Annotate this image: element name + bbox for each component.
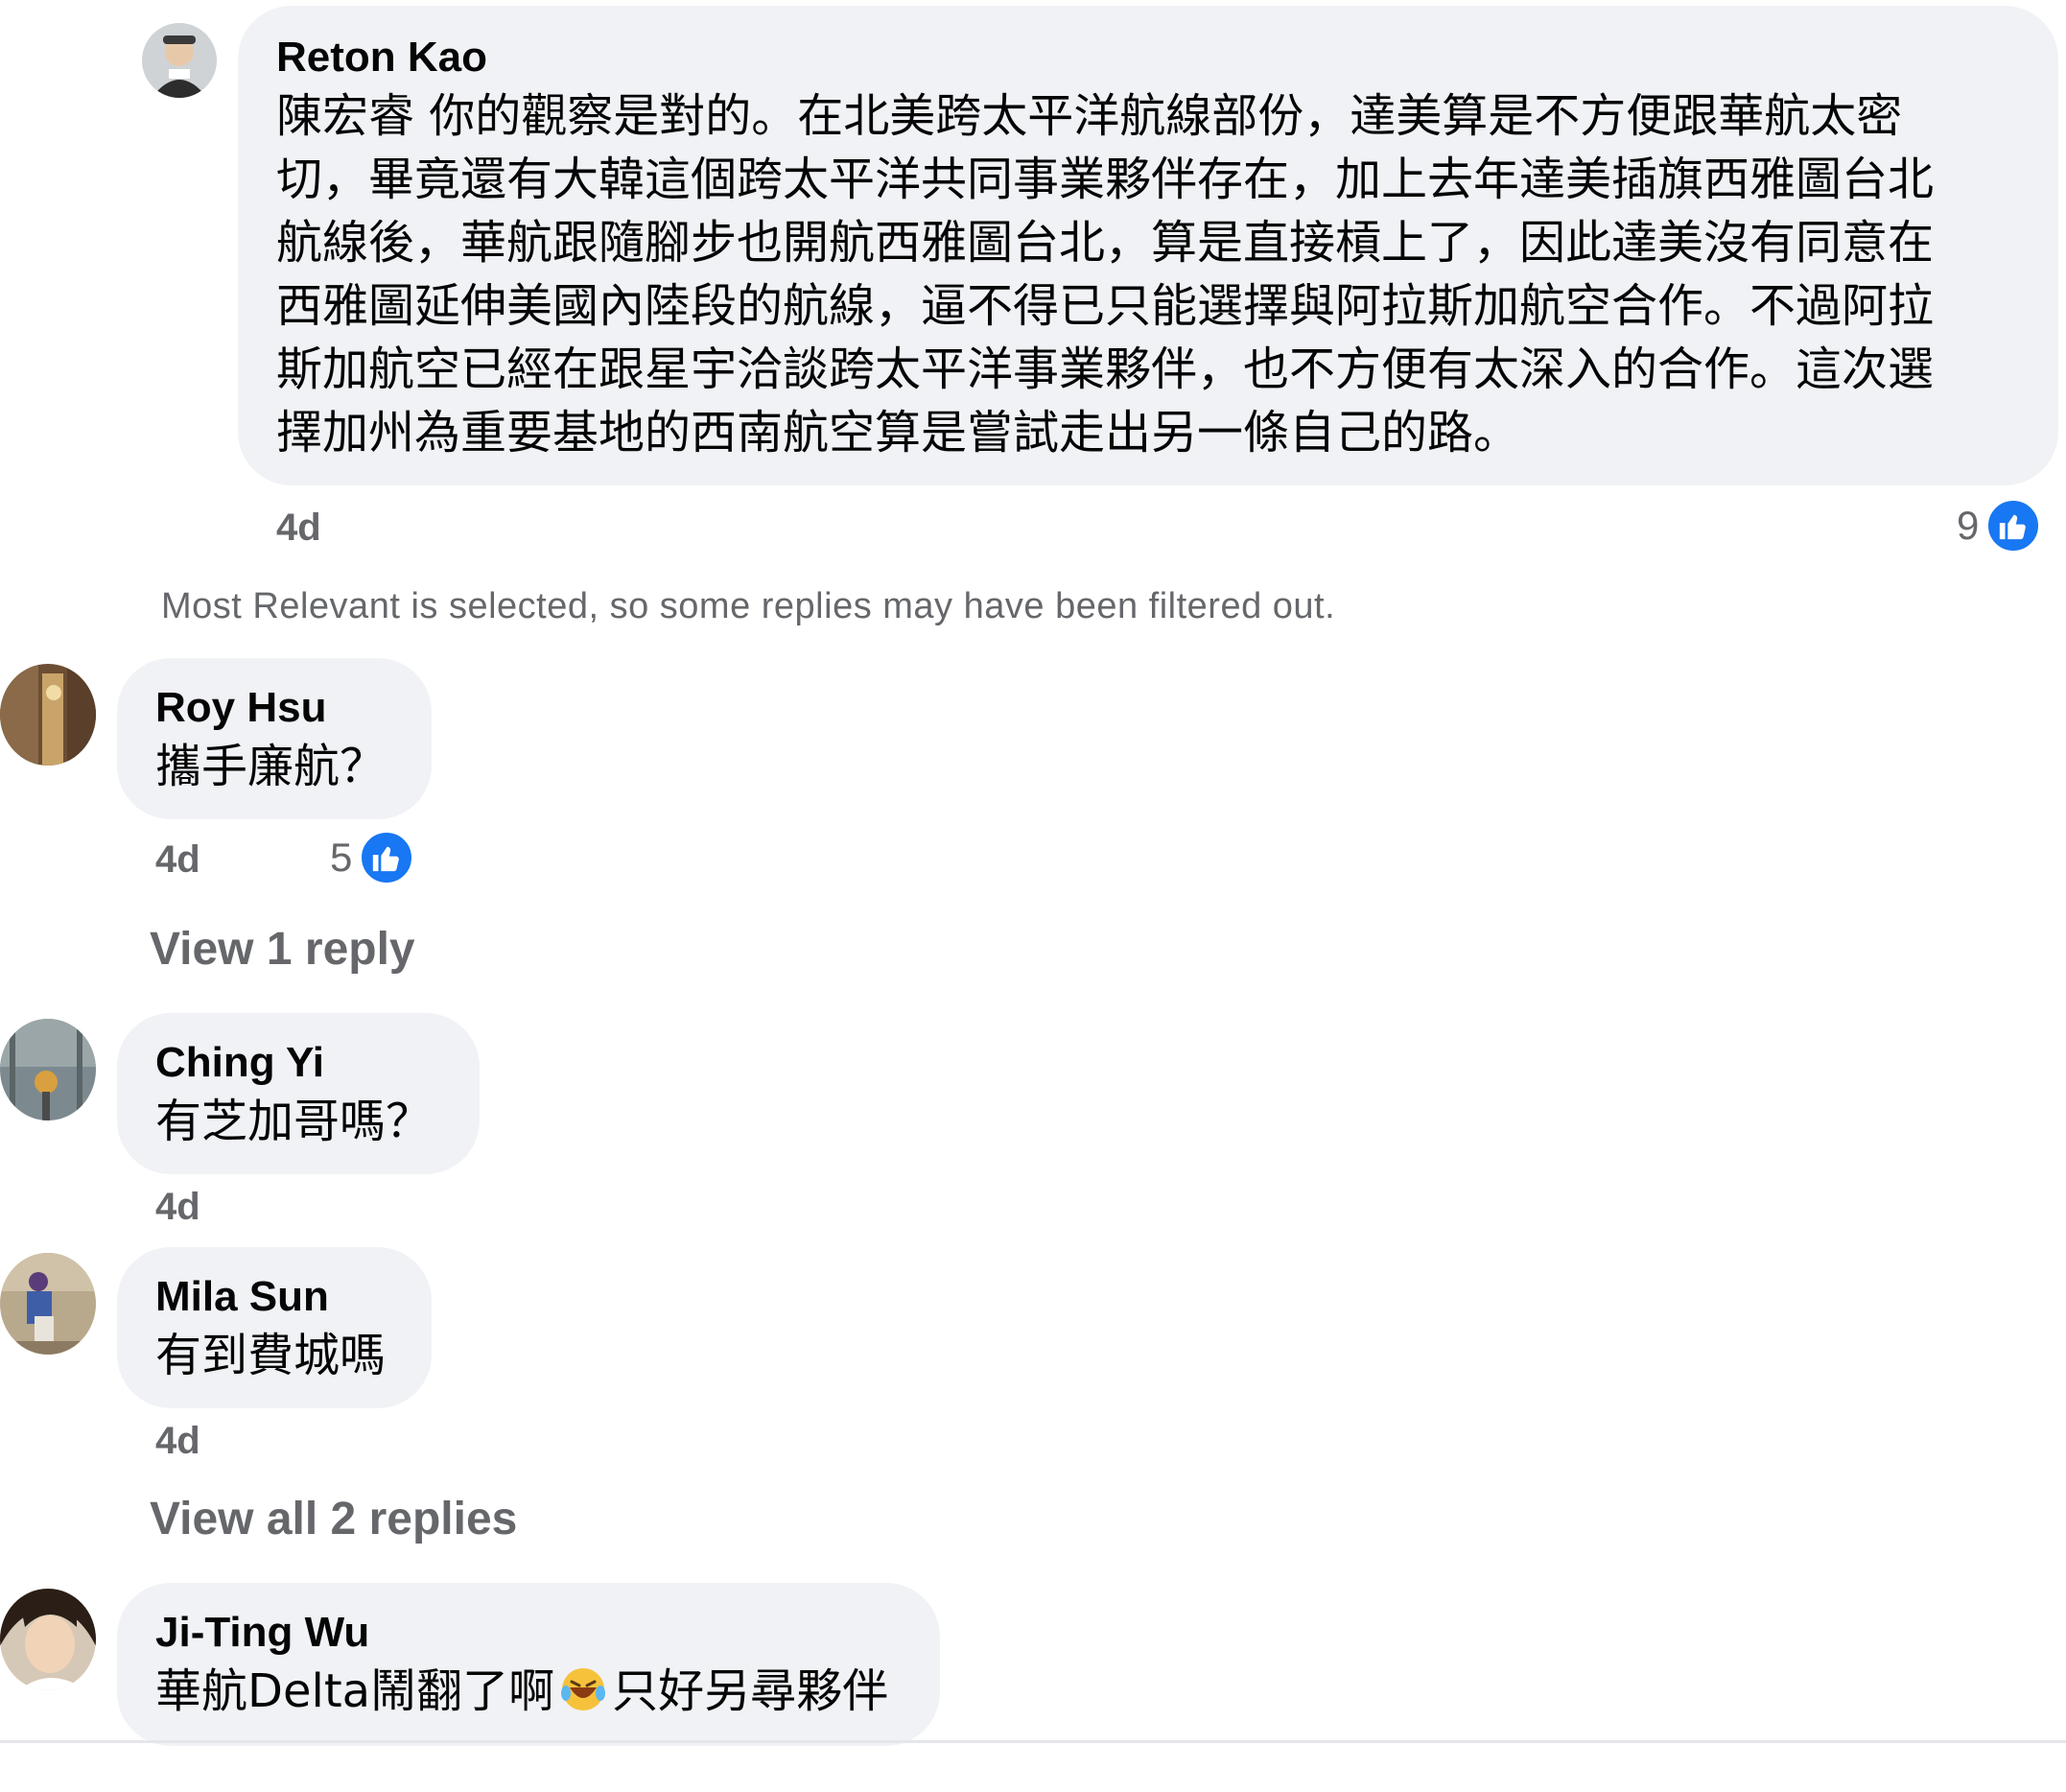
comment-bubble-roy-hsu: Roy Hsu 攜手廉航？ <box>117 658 432 819</box>
comment-text: 有到費城嗎 <box>155 1329 387 1382</box>
comment-author[interactable]: Ji-Ting Wu <box>155 1606 902 1660</box>
comment-bubble-ching-yi: Ching Yi 有芝加哥嗎？ <box>117 1013 480 1174</box>
comment-timestamp[interactable]: 4d <box>155 1184 200 1230</box>
comment-bubble-ji-ting-wu: Ji-Ting Wu 華航Delta鬧翻了啊 只好另尋夥伴 <box>117 1583 940 1746</box>
comment-text: 華航Delta鬧翻了啊 只好另尋夥伴 <box>155 1660 902 1723</box>
rolling-on-floor-laughing-icon <box>558 1664 608 1714</box>
view-replies-link[interactable]: View 1 reply <box>150 923 415 977</box>
thumbs-up-icon <box>1984 497 2043 554</box>
comment-timestamp[interactable]: 4d <box>155 837 200 883</box>
comment-text-line: 陳宏睿 你的觀察是對的。在北美跨太平洋航線部份，達美算是不方便跟華航太密 <box>276 89 1903 143</box>
like-count: 5 <box>330 835 353 880</box>
bottom-divider <box>0 1740 2066 1743</box>
avatar-ji-ting-wu[interactable] <box>0 1589 96 1690</box>
comment-text-line: 西雅圖延伸美國內陸段的航線，逼不得已只能選擇與阿拉斯加航空合作。不過阿拉 <box>276 279 1935 333</box>
comment-text: 有芝加哥嗎？ <box>155 1095 433 1148</box>
comment-bubble-reton-kao: Reton Kao 陳宏睿 你的觀察是對的。在北美跨太平洋航線部份，達美算是不方… <box>238 6 2058 485</box>
avatar-reton-kao[interactable] <box>142 23 217 98</box>
thumbs-up-icon <box>358 829 416 886</box>
comment-timestamp[interactable]: 4d <box>155 1418 200 1464</box>
comment-text: 陳宏睿 你的觀察是對的。在北美跨太平洋航線部份，達美算是不方便跟華航太密 切，畢… <box>276 84 2020 464</box>
avatar-roy-hsu[interactable] <box>0 664 96 766</box>
comment-text-part: 華航Delta鬧翻了啊 <box>155 1664 555 1718</box>
avatar-mila-sun[interactable] <box>0 1253 96 1355</box>
comment-author[interactable]: Mila Sun <box>155 1270 393 1324</box>
comment-bubble-mila-sun: Mila Sun 有到費城嗎 <box>117 1247 432 1408</box>
comment-text: 攜手廉航？ <box>155 740 387 793</box>
comment-like-count[interactable]: 5 <box>330 829 416 886</box>
comment-text-line: 航線後，華航跟隨腳步也開航西雅圖台北，算是直接槓上了，因此達美沒有同意在 <box>276 216 1935 270</box>
view-replies-link[interactable]: View all 2 replies <box>150 1493 517 1546</box>
comment-like-count[interactable]: 9 <box>1957 497 2043 554</box>
avatar-ching-yi[interactable] <box>0 1019 96 1120</box>
comment-text-line: 斯加航空已經在跟星宇洽談跨太平洋事業夥伴，也不方便有太深入的合作。這次選 <box>276 342 1935 396</box>
comment-author[interactable]: Roy Hsu <box>155 681 393 735</box>
comment-text-line: 切，畢竟還有大韓這個跨太平洋共同事業夥伴存在，加上去年達美插旗西雅圖台北 <box>276 153 1935 206</box>
like-count: 9 <box>1957 503 1980 548</box>
filter-notice: Most Relevant is selected, so some repli… <box>161 586 1336 626</box>
comment-text-line: 擇加州為重要基地的西南航空算是嘗試走出另一條自己的路。 <box>276 406 1520 460</box>
comment-author[interactable]: Ching Yi <box>155 1036 441 1090</box>
comment-author[interactable]: Reton Kao <box>276 31 2020 84</box>
comment-timestamp[interactable]: 4d <box>276 505 321 551</box>
comment-text-part: 只好另尋夥伴 <box>612 1664 889 1718</box>
